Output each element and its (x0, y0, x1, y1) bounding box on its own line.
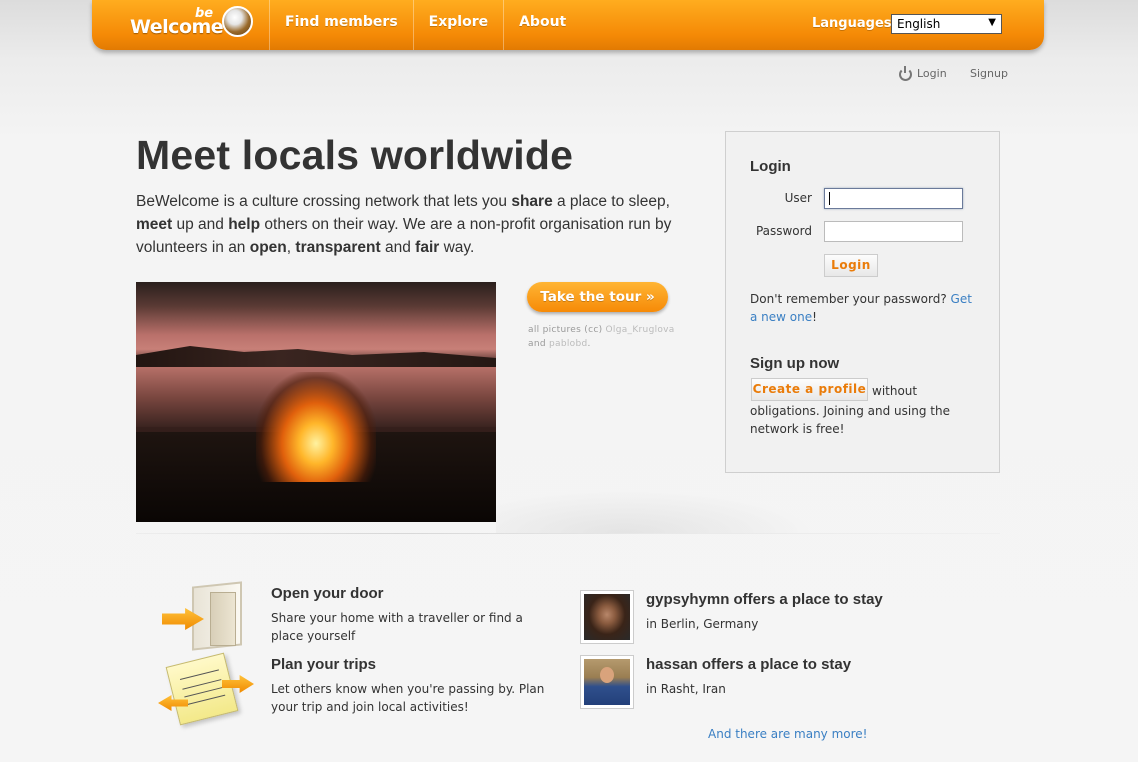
top-header: Welcome be Find members Explore About La… (92, 0, 1044, 50)
host-avatar-hassan[interactable] (580, 655, 634, 709)
main-nav: Find members Explore About (269, 0, 581, 50)
feature-title-open-door: Open your door (271, 585, 384, 602)
photo-horizon (136, 346, 496, 367)
login-panel: Login User Password Login Don't remember… (725, 131, 1000, 473)
credit-link-olga[interactable]: Olga_Kruglova (606, 325, 675, 335)
signup-heading: Sign up now (750, 355, 840, 372)
host-title-hassan[interactable]: hassan offers a place to stay (646, 656, 851, 673)
credit-link-pablobd[interactable]: pablobd (549, 339, 587, 349)
nav-explore[interactable]: Explore (414, 0, 503, 50)
decorative-shadow (496, 488, 816, 533)
signup-text: obligations. Joining and using the netwo… (750, 404, 950, 436)
login-button[interactable]: Login (824, 254, 878, 277)
bewelcome-logo[interactable]: Welcome be (130, 4, 254, 42)
login-heading: Login (750, 158, 791, 175)
power-icon (899, 66, 912, 81)
feature-title-plan-trips: Plan your trips (271, 656, 377, 673)
host-location-hassan: in Rasht, Iran (646, 682, 726, 696)
top-login-link[interactable]: Login (917, 67, 947, 80)
campfire-photo (136, 282, 496, 522)
host-avatar-gypsyhymn[interactable] (580, 590, 634, 644)
globe-icon (222, 6, 253, 37)
language-selected-value: English (897, 17, 941, 31)
open-door-icon (160, 581, 250, 652)
feature-text-open-door: Share your home with a traveller or find… (271, 611, 523, 643)
take-tour-button[interactable]: Take the tour » (527, 282, 668, 312)
password-label: Password (755, 224, 812, 238)
nav-find-members[interactable]: Find members (270, 0, 413, 50)
photo-fire (256, 372, 376, 482)
create-profile-button[interactable]: Create a profile (751, 378, 868, 401)
hero-title: Meet locals worldwide (136, 132, 574, 178)
logo-be-text: be (195, 6, 214, 21)
photo-credits: all pictures (cc) Olga_Kruglova and pablo… (528, 325, 675, 349)
more-hosts-link[interactable]: And there are many more! (708, 727, 868, 741)
section-divider (136, 533, 1000, 534)
plan-trips-icon (158, 652, 254, 727)
text-cursor (829, 192, 830, 205)
feature-text-plan-trips: Let others know when you're passing by. … (271, 682, 545, 714)
dropdown-arrow-icon: ▼ (988, 17, 996, 28)
language-select[interactable]: English ▼ (891, 14, 1002, 34)
hero-description: BeWelcome is a culture crossing network … (136, 193, 672, 256)
forgot-password-text: Don't remember your password? Get a new … (750, 292, 972, 324)
host-title-gypsyhymn[interactable]: gypsyhymn offers a place to stay (646, 591, 883, 608)
host-location-gypsyhymn: in Berlin, Germany (646, 617, 759, 631)
languages-label: Languages: (812, 16, 897, 31)
password-input[interactable] (824, 221, 963, 242)
nav-about[interactable]: About (504, 0, 581, 50)
user-label: User (784, 191, 812, 205)
username-input[interactable] (824, 188, 963, 209)
top-signup-link[interactable]: Signup (970, 67, 1008, 80)
signup-text-inline: without (872, 384, 918, 398)
